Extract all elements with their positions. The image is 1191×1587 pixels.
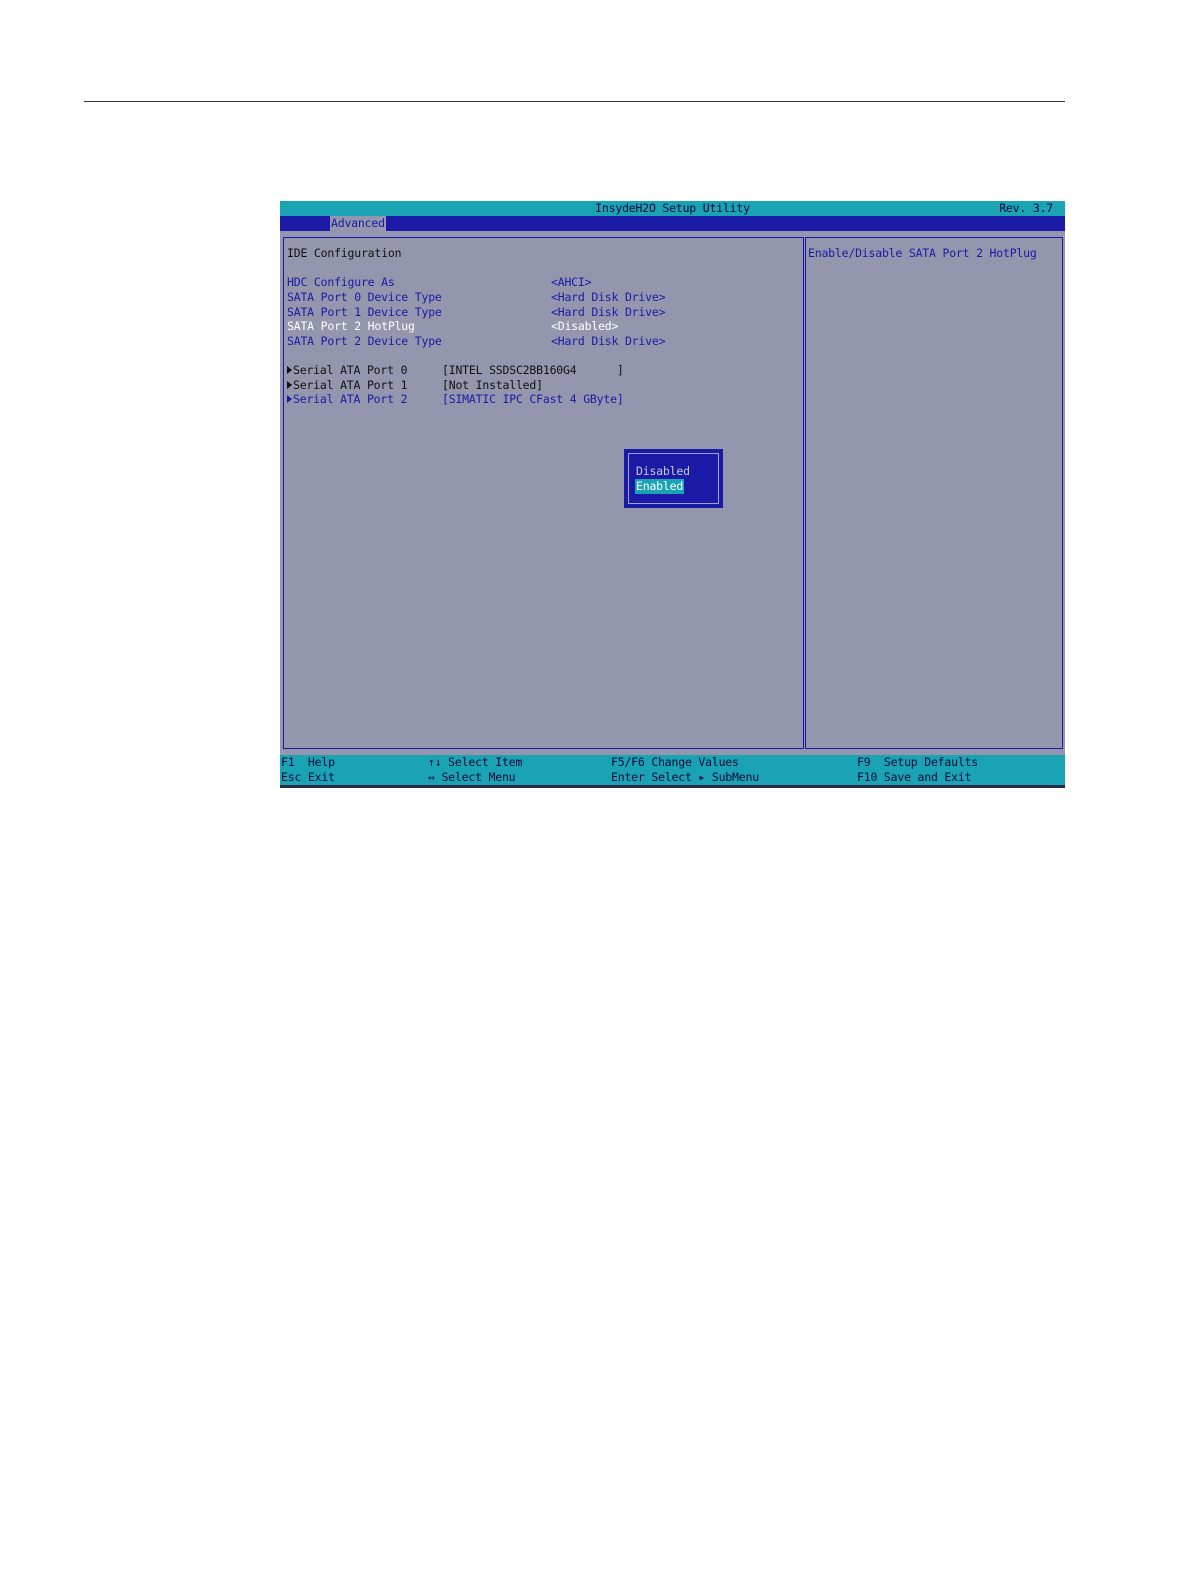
help-text: Enable/Disable SATA Port 2 HotPlug [808, 246, 1037, 260]
setting-sata-port-0-device-type[interactable]: SATA Port 0 Device Type <Hard Disk Drive… [287, 290, 797, 305]
submenu-label: Serial ATA Port 1 [293, 378, 408, 392]
setting-value[interactable]: <Hard Disk Drive> [551, 334, 666, 349]
key-setup-defaults: F9 Setup Defaults [857, 755, 979, 769]
submenu-label: Serial ATA Port 0 [293, 363, 408, 377]
title-bar: InsydeH2O Setup Utility Rev. 3.7 [280, 201, 1065, 216]
bios-setup-screen: InsydeH2O Setup Utility Rev. 3.7 Advance… [280, 201, 1065, 788]
submenu-arrow-icon [287, 395, 292, 403]
setting-label: HDC Configure As [287, 275, 395, 289]
submenu-serial-ata-port-0[interactable]: Serial ATA Port 0 [INTEL SSDSC2BB160G4 ] [287, 363, 797, 378]
menu-bar: Advanced [280, 216, 1065, 231]
screen-bottom-border [280, 785, 1065, 788]
submenu-value: [INTEL SSDSC2BB160G4 ] [442, 363, 624, 377]
status-bar: F1 Help Esc Exit ↑↓ Select Item ↔ Select… [280, 755, 1065, 785]
setting-value[interactable]: <Hard Disk Drive> [551, 305, 666, 320]
setting-sata-port-2-hotplug[interactable]: SATA Port 2 HotPlug <Disabled> [287, 319, 797, 334]
key-exit: Esc Exit [281, 770, 335, 784]
section-title: IDE Configuration [287, 246, 402, 260]
setting-label: SATA Port 2 HotPlug [287, 319, 415, 333]
submenu-serial-ata-port-1[interactable]: Serial ATA Port 1 [Not Installed] [287, 378, 797, 393]
submenu-value: [SIMATIC IPC CFast 4 GByte] [442, 392, 624, 406]
page-top-rule [84, 101, 1065, 102]
submenu-serial-ata-port-2[interactable]: Serial ATA Port 2 [SIMATIC IPC CFast 4 G… [287, 392, 797, 407]
key-change-values: F5/F6 Change Values [611, 755, 739, 769]
setting-sata-port-1-device-type[interactable]: SATA Port 1 Device Type <Hard Disk Drive… [287, 305, 797, 320]
revision-label: Rev. 3.7 [999, 201, 1053, 215]
submenu-arrow-icon [287, 366, 292, 374]
setting-value[interactable]: <AHCI> [551, 275, 592, 290]
submenu-value: [Not Installed] [442, 378, 543, 392]
key-save-and-exit: F10 Save and Exit [857, 770, 972, 784]
setting-label: SATA Port 2 Device Type [287, 334, 442, 348]
key-help: F1 Help [281, 755, 335, 769]
option-disabled[interactable]: Disabled [636, 464, 690, 479]
option-enabled[interactable]: Enabled [635, 479, 685, 494]
setting-hdc-configure-as[interactable]: HDC Configure As <AHCI> [287, 275, 797, 290]
option-popup: Disabled Enabled [624, 449, 723, 508]
setting-value[interactable]: <Hard Disk Drive> [551, 290, 666, 305]
setting-sata-port-2-device-type[interactable]: SATA Port 2 Device Type <Hard Disk Drive… [287, 334, 797, 349]
key-select-menu: ↔ Select Menu [428, 770, 516, 784]
submenu-label: Serial ATA Port 2 [293, 392, 408, 406]
utility-title: InsydeH2O Setup Utility [595, 201, 750, 215]
help-panel: Enable/Disable SATA Port 2 HotPlug [805, 237, 1063, 749]
option-popup-frame: Disabled Enabled [628, 453, 719, 504]
tab-advanced[interactable]: Advanced [330, 216, 386, 231]
main-panel: IDE Configuration HDC Configure As <AHCI… [283, 237, 804, 749]
key-select-submenu: Enter Select ▸ SubMenu [611, 770, 759, 784]
submenu-arrow-icon [287, 381, 292, 389]
setting-label: SATA Port 1 Device Type [287, 305, 442, 319]
setting-label: SATA Port 0 Device Type [287, 290, 442, 304]
key-select-item: ↑↓ Select Item [428, 755, 523, 769]
setting-value[interactable]: <Disabled> [551, 319, 618, 334]
